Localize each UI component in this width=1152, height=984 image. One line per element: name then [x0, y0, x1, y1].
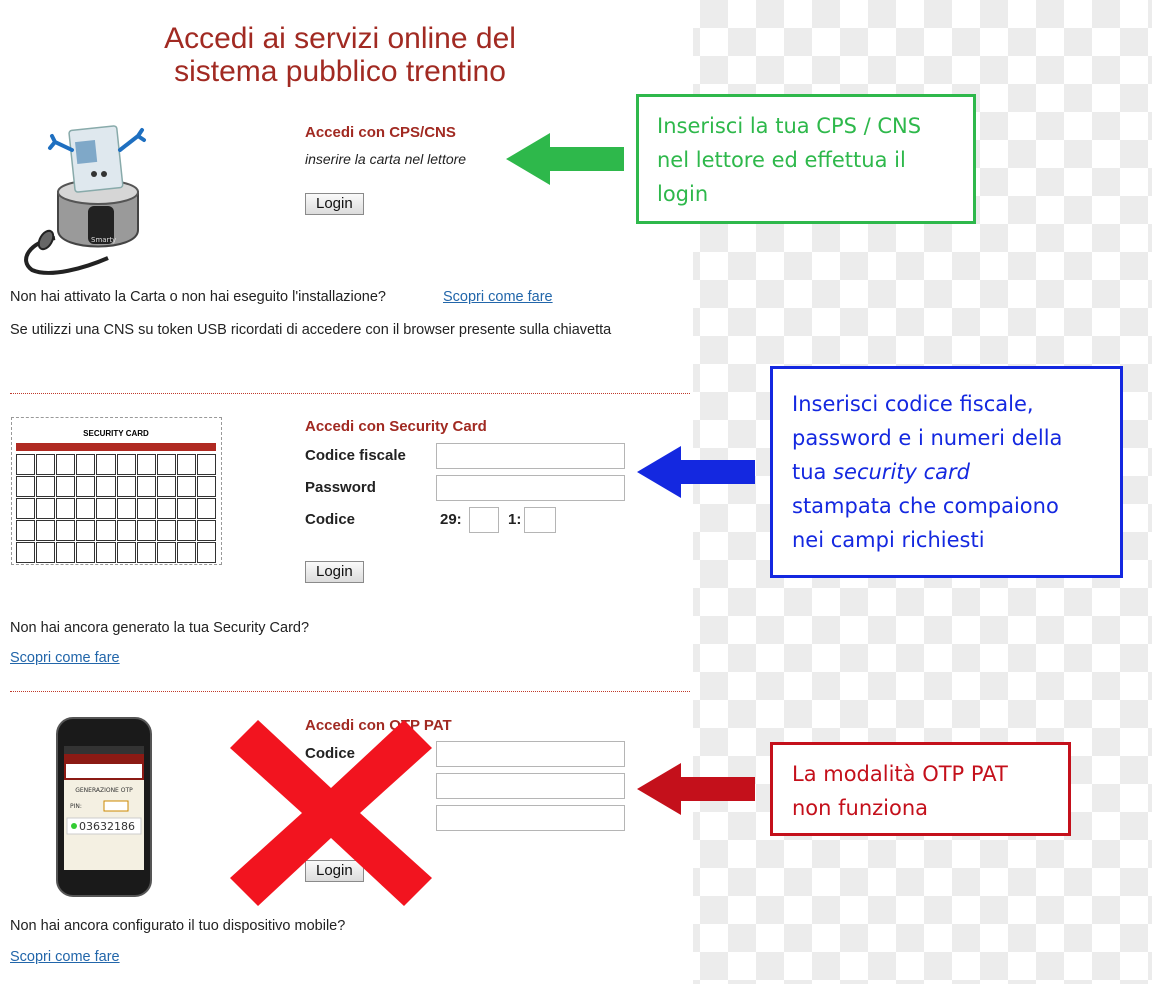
callout-otp: La modalità OTP PAT non funziona: [770, 742, 1071, 836]
section-divider: [10, 691, 690, 692]
callout-cps: Inserisci la tua CPS / CNS nel lettore e…: [636, 94, 976, 224]
otp-help-link[interactable]: Scopri come fare: [10, 949, 120, 965]
codice-fiscale-input[interactable]: [436, 443, 625, 469]
callout-security-card-line-5: nei campi richiesti: [792, 528, 985, 552]
arrow-left-icon: [506, 133, 624, 185]
password-input[interactable]: [436, 475, 625, 501]
callout-security-card-line-2: password e i numeri della: [792, 426, 1063, 450]
phone-pin-label: PIN:: [70, 803, 82, 810]
callout-security-card: Inserisci codice fiscale, password e i n…: [770, 366, 1123, 578]
code-index-2-label: 1:: [508, 511, 522, 528]
phone-otp-value: 03632186: [79, 820, 135, 833]
callout-security-card-line-4: stampata che compaiono: [792, 494, 1059, 518]
cross-mark-icon: [230, 720, 432, 906]
callout-security-card-line-1: Inserisci codice fiscale,: [792, 392, 1034, 416]
security-card-not-generated-text: Non hai ancora generato la tua Security …: [10, 620, 310, 636]
otp-input-1[interactable]: [436, 741, 625, 767]
cps-help-link[interactable]: Scopri come fare: [443, 289, 553, 305]
cps-instruction: inserire la carta nel lettore: [305, 151, 467, 167]
callout-otp-text: La modalità OTP PAT non funziona: [792, 762, 1008, 820]
arrow-left-icon: [637, 763, 755, 815]
page-title-line-2: sistema pubblico trentino: [174, 55, 506, 88]
cps-not-activated-text: Non hai attivato la Carta o non hai eseg…: [10, 289, 386, 305]
cps-login-button[interactable]: Login: [305, 193, 364, 215]
security-card-image: SECURITY CARD: [11, 417, 222, 565]
codice-label: Codice: [305, 511, 356, 528]
reader-brand-label: Smarty: [91, 236, 116, 244]
page-title: Accedi ai servizi online del sistema pub…: [120, 22, 560, 88]
otp-input-2[interactable]: [436, 773, 625, 799]
smartphone-image: GENERAZIONE OTP PIN: 03632186: [56, 717, 152, 897]
code-index-1-label: 29:: [440, 511, 462, 528]
otp-input-3[interactable]: [436, 805, 625, 831]
password-label: Password: [305, 479, 376, 496]
security-card-heading: Accedi con Security Card: [305, 418, 487, 435]
callout-security-card-line-3-italic: security card: [833, 460, 970, 484]
cps-heading: Accedi con CPS/CNS: [305, 124, 456, 141]
codice-fiscale-label: Codice fiscale: [305, 447, 406, 464]
callout-cps-text: Inserisci la tua CPS / CNS nel lettore e…: [657, 114, 922, 206]
security-card-image-bar: [16, 443, 216, 451]
code-1-input[interactable]: [469, 507, 499, 533]
cps-usb-note: Se utilizzi una CNS su token USB ricorda…: [10, 322, 612, 338]
callout-security-card-line-3: tua security card: [792, 455, 1101, 489]
page-title-line-1: Accedi ai servizi online del: [164, 22, 516, 55]
card-reader-icon: Smarty: [24, 125, 146, 275]
code-2-input[interactable]: [524, 507, 556, 533]
otp-not-configured-text: Non hai ancora configurato il tuo dispos…: [10, 918, 346, 934]
section-divider: [10, 393, 690, 394]
security-card-login-button[interactable]: Login: [305, 561, 364, 583]
arrow-left-icon: [637, 446, 755, 498]
security-card-help-link[interactable]: Scopri come fare: [10, 650, 120, 666]
security-card-image-grid: [16, 454, 216, 563]
phone-screen-title: GENERAZIONE OTP: [75, 787, 133, 794]
security-card-image-title: SECURITY CARD: [83, 429, 149, 438]
callout-security-card-line-3-prefix: tua: [792, 460, 834, 484]
